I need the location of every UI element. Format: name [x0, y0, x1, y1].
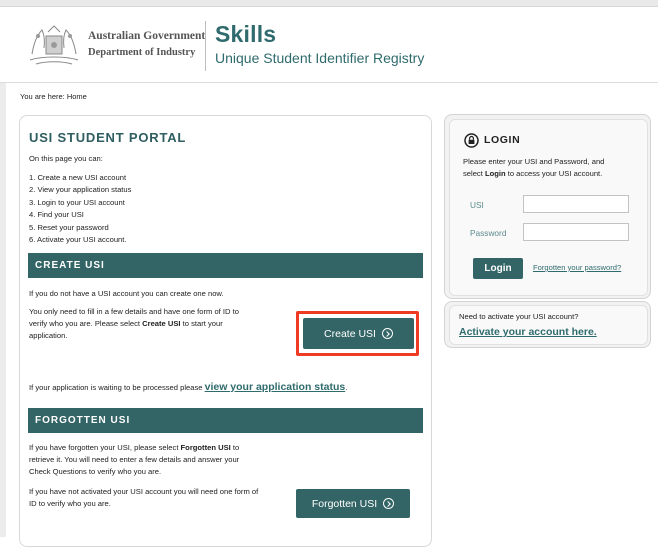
- password-label: Password: [470, 228, 507, 238]
- forgot-line-2: retrieve it. You will need to enter a fe…: [29, 455, 240, 465]
- forgotten-usi-button[interactable]: Forgotten USI: [296, 489, 410, 518]
- login-desc-line-2a: select: [463, 169, 485, 178]
- create-desc-line-1: You only need to fill in a few details a…: [29, 307, 239, 316]
- login-description: Please enter your USI and Password, and …: [463, 156, 643, 180]
- forgotten-usi-button-label: Forgotten USI: [311, 497, 378, 510]
- steps-list: 1. Create a new USI account 2. View your…: [29, 172, 131, 246]
- login-desc-line-2c: to access your USI account.: [505, 169, 603, 178]
- forgotten-password-link[interactable]: Forgotten your password?: [533, 263, 621, 272]
- lock-icon: [464, 133, 479, 148]
- list-item: 3. Login to your USI account: [29, 197, 125, 207]
- pending-text: If your application is waiting to be pro…: [29, 383, 205, 392]
- create-usi-heading: CREATE USI: [35, 260, 105, 271]
- create-description: You only need to fill in a few details a…: [29, 306, 289, 343]
- browser-top-edge: [0, 0, 658, 7]
- login-desc-bold: Login: [484, 169, 506, 178]
- create-usi-heading-band: CREATE USI: [28, 253, 423, 278]
- site-header: Australian Government Department of Indu…: [0, 7, 658, 83]
- brand-title[interactable]: Skills: [215, 21, 276, 48]
- activate-question: Need to activate your USI account?: [459, 312, 579, 321]
- government-text: Australian Government Department of Indu…: [88, 30, 205, 58]
- list-item: 1. Create a new USI account: [29, 173, 127, 182]
- create-usi-button[interactable]: Create USI: [303, 318, 414, 349]
- pending-end: .: [345, 383, 348, 392]
- gov-line-1: Australian Government: [88, 30, 206, 42]
- login-desc-line-1: Please enter your USI and Password, and: [463, 157, 605, 166]
- forgot-bold: Forgotten USI: [180, 443, 231, 452]
- forgotten-usi-heading: FORGOTTEN USI: [35, 415, 131, 426]
- coat-of-arms-icon: [29, 25, 79, 65]
- usi-student-portal-panel: USI STUDENT PORTAL On this page you can:…: [19, 115, 432, 547]
- list-item: 2. View your application status: [29, 185, 132, 195]
- view-application-status-link[interactable]: view your application status: [205, 381, 346, 393]
- forgot-line-3: Check Questions to verify who you are.: [29, 467, 162, 477]
- activate-account-link[interactable]: Activate your account here.: [459, 326, 597, 338]
- usi-input[interactable]: [523, 195, 629, 213]
- brand-subtitle[interactable]: Unique Student Identifier Registry: [215, 50, 424, 66]
- forgotten-description: If you have forgotten your USI, please s…: [29, 442, 299, 479]
- activate-account-panel: Need to activate your USI account? Activ…: [444, 301, 651, 348]
- chevron-right-circle-icon: [381, 328, 393, 339]
- list-item: 5. Reset your password: [29, 222, 109, 232]
- forgot-line-1b: to: [230, 443, 240, 452]
- header-divider: [205, 21, 206, 71]
- login-panel: LOGIN Please enter your USI and Password…: [444, 114, 651, 299]
- not-activated-text: If you have not activated your USI accou…: [29, 486, 299, 510]
- gov-line-2: Department of Industry: [88, 47, 196, 58]
- chevron-right-circle-icon: [383, 498, 395, 509]
- application-status-text: If your application is waiting to be pro…: [29, 381, 347, 393]
- create-desc-line-2c: to start your: [180, 319, 223, 329]
- forgot-line-1a: If you have forgotten your USI, please s…: [29, 443, 181, 452]
- password-input[interactable]: [523, 223, 629, 241]
- usi-label: USI: [470, 200, 484, 210]
- login-panel-inner: LOGIN Please enter your USI and Password…: [449, 119, 648, 296]
- create-intro-text: If you do not have a USI account you can…: [29, 289, 224, 298]
- create-desc-line-2a: verify who you are. Please select: [29, 319, 143, 329]
- page-title: USI STUDENT PORTAL: [29, 130, 187, 145]
- forgotten-usi-heading-band: FORGOTTEN USI: [28, 408, 423, 433]
- left-page-edge: [0, 83, 6, 537]
- list-item: 6. Activate your USI account.: [29, 235, 127, 245]
- login-button[interactable]: Login: [473, 258, 523, 279]
- breadcrumb: You are here: Home: [20, 92, 87, 101]
- list-item: 4. Find your USI: [29, 210, 84, 220]
- create-desc-bold: Create USI: [142, 319, 181, 329]
- create-desc-line-3: application.: [29, 331, 68, 341]
- not-activated-line-2: ID to verify who you are.: [29, 499, 111, 509]
- create-usi-button-label: Create USI: [324, 327, 376, 340]
- not-activated-line-1: If you have not activated your USI accou…: [29, 487, 259, 496]
- intro-text: On this page you can:: [29, 154, 103, 163]
- activate-panel-inner: Need to activate your USI account? Activ…: [449, 305, 648, 345]
- login-title: LOGIN: [484, 134, 521, 146]
